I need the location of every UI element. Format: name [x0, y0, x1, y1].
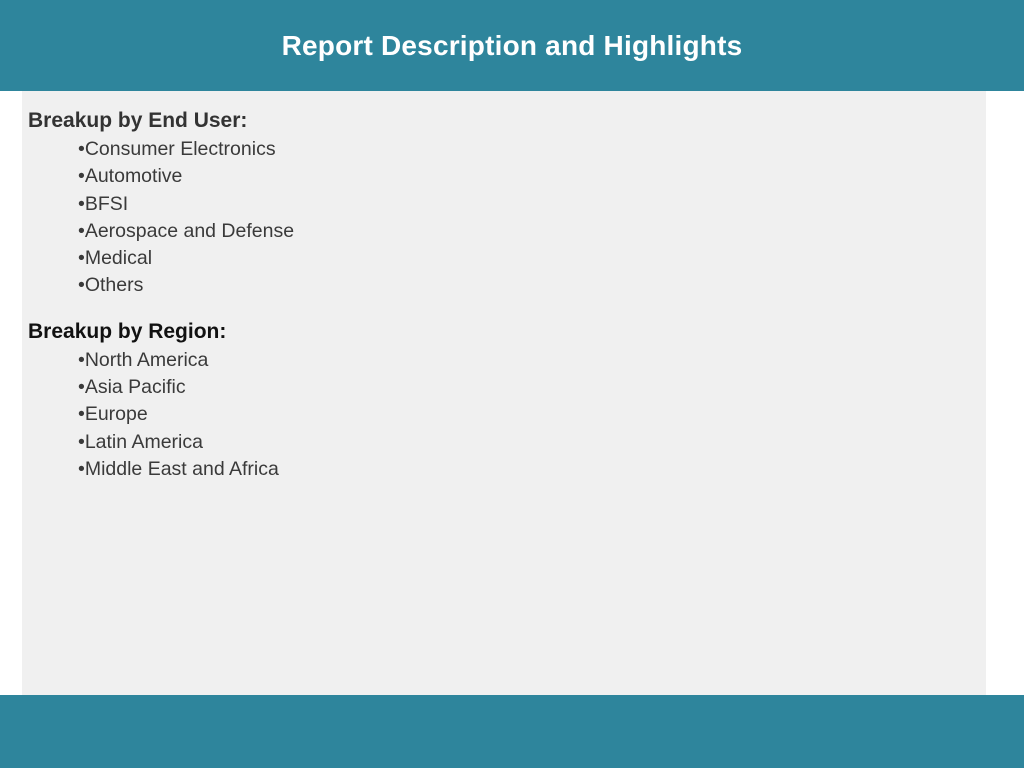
page-title: Report Description and Highlights: [281, 29, 743, 61]
list-item: Medical: [78, 245, 986, 272]
list-item: Others: [78, 272, 986, 299]
content-panel: Breakup by End User: Consumer Electronic…: [22, 91, 986, 695]
list-item: Latin America: [78, 429, 986, 456]
section-heading-end-user: Breakup by End User:: [28, 109, 248, 132]
end-user-list: Consumer Electronics Automotive BFSI Aer…: [28, 136, 986, 300]
list-item: North America: [78, 347, 986, 374]
list-item: Consumer Electronics: [78, 136, 986, 163]
list-item: BFSI: [78, 191, 986, 218]
list-item: Asia Pacific: [78, 374, 986, 401]
section-heading-region: Breakup by Region:: [28, 319, 227, 343]
section-end-user: Breakup by End User: Consumer Electronic…: [28, 107, 986, 300]
list-item: Automotive: [78, 163, 986, 190]
footer-band: [0, 695, 1024, 768]
right-margin: [986, 91, 1024, 695]
list-item: Europe: [78, 401, 986, 428]
list-item: Aerospace and Defense: [78, 218, 986, 245]
list-item: Middle East and Africa: [78, 456, 986, 483]
section-region: Breakup by Region: North America Asia Pa…: [28, 318, 986, 483]
region-list: North America Asia Pacific Europe Latin …: [28, 347, 986, 483]
header-band: Report Description and Highlights: [0, 0, 1024, 91]
